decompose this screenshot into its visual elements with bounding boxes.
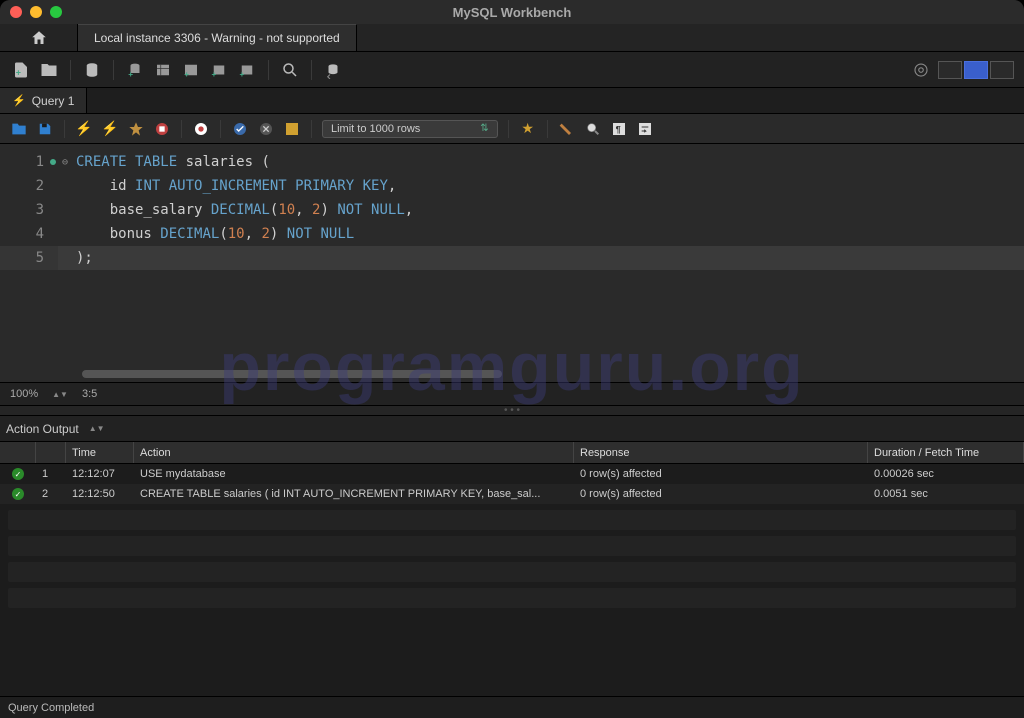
query-tab[interactable]: ⚡ Query 1 xyxy=(0,88,87,113)
success-icon: ✓ xyxy=(12,468,24,480)
favorite-icon[interactable]: ★ xyxy=(519,120,537,138)
query-tab-label: Query 1 xyxy=(32,94,75,108)
connection-tab[interactable]: Local instance 3306 - Warning - not supp… xyxy=(78,24,357,51)
dropdown-arrow-icon: ⇅ xyxy=(480,123,488,134)
col-action[interactable]: Action xyxy=(134,442,574,463)
invisible-chars-icon[interactable]: ¶ xyxy=(610,120,628,138)
table-row[interactable]: ✓ 2 12:12:50 CREATE TABLE salaries ( id … xyxy=(0,484,1024,504)
autocommit-icon[interactable] xyxy=(283,120,301,138)
home-icon xyxy=(30,29,48,47)
col-time[interactable]: Time xyxy=(66,442,134,463)
output-dropdown-icon[interactable]: ▲▼ xyxy=(89,424,105,433)
blank-row xyxy=(8,562,1016,582)
line-gutter: 1⊖ 2 3 4 5 xyxy=(0,144,58,382)
splitter[interactable]: • • • xyxy=(0,406,1024,416)
zoom-arrow-icon: ▲▼ xyxy=(52,390,68,399)
panel-bottom-toggle[interactable] xyxy=(964,61,988,79)
open-sql-script-icon[interactable] xyxy=(38,59,60,81)
maximize-window-button[interactable] xyxy=(50,6,62,18)
execute-current-icon[interactable]: ⚡ xyxy=(101,120,119,138)
svg-text:+: + xyxy=(16,67,21,77)
output-table: Time Action Response Duration / Fetch Ti… xyxy=(0,442,1024,696)
db-icon-4[interactable]: + xyxy=(208,59,230,81)
limit-label: Limit to 1000 rows xyxy=(331,123,420,135)
db-icon-3[interactable]: + xyxy=(180,59,202,81)
db-icon-5[interactable]: + xyxy=(236,59,258,81)
output-header: Action Output ▲▼ xyxy=(0,416,1024,442)
col-duration[interactable]: Duration / Fetch Time xyxy=(868,442,1024,463)
code-area[interactable]: CREATE TABLE salaries ( id INT AUTO_INCR… xyxy=(58,144,1024,382)
minimize-window-button[interactable] xyxy=(30,6,42,18)
lightning-icon: ⚡ xyxy=(12,94,26,107)
new-sql-tab-icon[interactable]: + xyxy=(10,59,32,81)
commit-icon[interactable] xyxy=(231,120,249,138)
wrap-icon[interactable] xyxy=(636,120,654,138)
no-limit-icon[interactable] xyxy=(192,120,210,138)
sql-editor[interactable]: 1⊖ 2 3 4 5 CREATE TABLE salaries ( id IN… xyxy=(0,144,1024,382)
open-file-icon[interactable] xyxy=(10,120,28,138)
limit-rows-select[interactable]: Limit to 1000 rows ⇅ xyxy=(322,120,498,138)
svg-text:¶: ¶ xyxy=(615,124,620,134)
blank-row xyxy=(8,510,1016,530)
svg-text:+: + xyxy=(128,69,133,78)
connection-tabbar: Local instance 3306 - Warning - not supp… xyxy=(0,24,1024,52)
explain-icon[interactable] xyxy=(127,120,145,138)
panel-left-toggle[interactable] xyxy=(938,61,962,79)
svg-text:+: + xyxy=(212,69,217,78)
find-icon[interactable] xyxy=(584,120,602,138)
table-row[interactable]: ✓ 1 12:12:07 USE mydatabase 0 row(s) aff… xyxy=(0,464,1024,484)
beautify-icon[interactable] xyxy=(558,120,576,138)
titlebar: MySQL Workbench xyxy=(0,0,1024,24)
footer-text: Query Completed xyxy=(8,702,94,714)
main-toolbar: + + + + + xyxy=(0,52,1024,88)
db-icon-2[interactable] xyxy=(152,59,174,81)
cursor-position: 3:5 xyxy=(82,388,97,400)
home-tab[interactable] xyxy=(0,24,78,51)
reconnect-icon[interactable] xyxy=(322,59,344,81)
rollback-icon[interactable] xyxy=(257,120,275,138)
blank-row xyxy=(8,536,1016,556)
query-tabbar: ⚡ Query 1 xyxy=(0,88,1024,114)
col-response[interactable]: Response xyxy=(574,442,868,463)
output-header-label: Action Output xyxy=(6,422,79,436)
save-icon[interactable] xyxy=(36,120,54,138)
execute-icon[interactable]: ⚡ xyxy=(75,120,93,138)
window-title: MySQL Workbench xyxy=(453,5,572,20)
stop-icon[interactable] xyxy=(153,120,171,138)
zoom-level[interactable]: 100% xyxy=(10,388,38,400)
panel-right-toggle[interactable] xyxy=(990,61,1014,79)
server-status-icon[interactable] xyxy=(81,59,103,81)
editor-toolbar: ⚡ ⚡ Limit to 1000 rows ⇅ ★ ¶ xyxy=(0,114,1024,144)
db-icon-1[interactable]: + xyxy=(124,59,146,81)
editor-statusbar: 100% ▲▼ 3:5 xyxy=(0,382,1024,406)
gear-icon[interactable] xyxy=(910,59,932,81)
search-icon[interactable] xyxy=(279,59,301,81)
svg-text:+: + xyxy=(240,69,245,78)
success-icon: ✓ xyxy=(12,488,24,500)
close-window-button[interactable] xyxy=(10,6,22,18)
horizontal-scrollbar[interactable] xyxy=(82,370,502,378)
svg-text:+: + xyxy=(184,69,189,78)
blank-row xyxy=(8,588,1016,608)
footer-statusbar: Query Completed xyxy=(0,696,1024,718)
